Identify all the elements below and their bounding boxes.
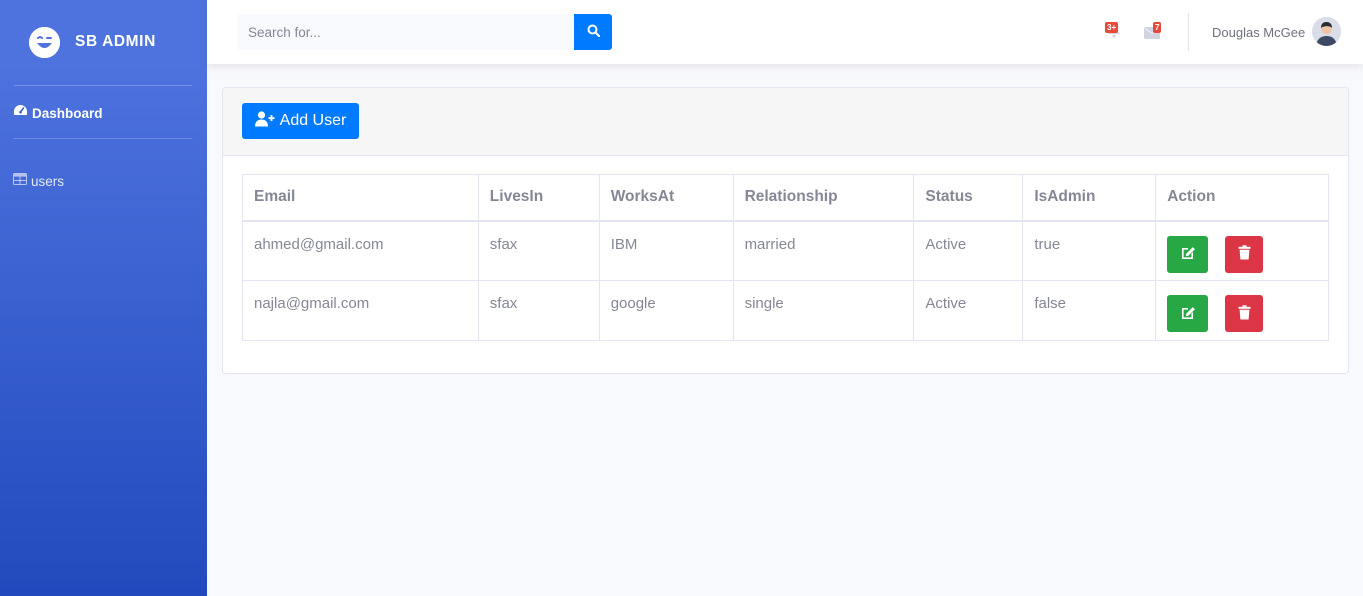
trash-icon <box>1238 245 1251 263</box>
sidebar: SB ADMIN Dashboard users <box>0 0 207 596</box>
cell-relationship: married <box>732 220 915 281</box>
users-card: Add User Email LivesIn WorksAt Relations… <box>222 87 1349 374</box>
edit-icon <box>1180 245 1196 263</box>
delete-button[interactable] <box>1225 295 1264 332</box>
edit-button[interactable] <box>1167 295 1209 332</box>
cell-is-admin: false <box>1022 280 1157 341</box>
sidebar-item-dashboard[interactable]: Dashboard <box>13 104 103 122</box>
cell-lives-in: sfax <box>477 220 600 281</box>
table-header-row: Email LivesIn WorksAt Relationship Statu… <box>242 174 1329 222</box>
sidebar-item-users[interactable]: users <box>13 172 64 190</box>
card-header: Add User <box>223 88 1348 156</box>
messages-count-badge: 7 <box>1153 22 1162 33</box>
column-header-works-at: WorksAt <box>598 174 734 222</box>
column-header-is-admin: IsAdmin <box>1022 174 1157 222</box>
cell-status: Active <box>913 220 1024 281</box>
cell-email: ahmed@gmail.com <box>242 220 479 281</box>
column-header-relationship: Relationship <box>732 174 915 222</box>
delete-button[interactable] <box>1225 235 1264 273</box>
cell-relationship: single <box>732 280 915 341</box>
users-table: Email LivesIn WorksAt Relationship Statu… <box>242 174 1329 341</box>
cell-action <box>1155 220 1329 281</box>
sidebar-divider <box>14 138 192 139</box>
topbar-divider <box>1188 13 1189 51</box>
tachometer-icon <box>13 104 28 122</box>
table-icon <box>13 172 27 190</box>
user-plus-icon <box>254 110 275 132</box>
table-row: ahmed@gmail.com sfax IBM married Active … <box>242 220 1329 281</box>
search-icon <box>587 24 600 40</box>
topbar: 3+ 7 Douglas McGee <box>207 0 1363 64</box>
user-name[interactable]: Douglas McGee <box>1212 25 1305 40</box>
edit-button[interactable] <box>1167 235 1209 273</box>
add-user-button[interactable]: Add User <box>242 103 359 139</box>
table-row: najla@gmail.com sfax google single Activ… <box>242 280 1329 341</box>
cell-status: Active <box>913 280 1024 341</box>
cell-email: najla@gmail.com <box>242 280 479 341</box>
column-header-status: Status <box>913 174 1024 222</box>
sidebar-item-label: Dashboard <box>32 105 103 121</box>
cell-is-admin: true <box>1022 220 1157 281</box>
add-user-label: Add User <box>279 112 347 129</box>
laugh-wink-icon <box>29 26 60 58</box>
sidebar-item-label: users <box>31 173 65 189</box>
cell-action <box>1155 280 1329 341</box>
column-header-lives-in: LivesIn <box>477 174 600 222</box>
sidebar-brand[interactable]: SB ADMIN <box>29 26 156 58</box>
alerts-count-badge: 3+ <box>1105 22 1119 33</box>
alerts-button[interactable]: 3+ <box>1104 22 1126 42</box>
column-header-email: Email <box>242 174 479 222</box>
column-header-action: Action <box>1155 174 1329 222</box>
avatar[interactable] <box>1312 17 1341 46</box>
sidebar-divider <box>14 85 192 86</box>
search-button[interactable] <box>574 14 612 50</box>
search-input[interactable] <box>237 14 574 50</box>
trash-icon <box>1238 304 1251 323</box>
cell-lives-in: sfax <box>477 280 600 341</box>
messages-button[interactable]: 7 <box>1144 22 1166 42</box>
cell-works-at: IBM <box>598 220 734 281</box>
cell-works-at: google <box>598 280 734 341</box>
edit-icon <box>1180 305 1196 323</box>
brand-name: SB ADMIN <box>75 33 156 50</box>
